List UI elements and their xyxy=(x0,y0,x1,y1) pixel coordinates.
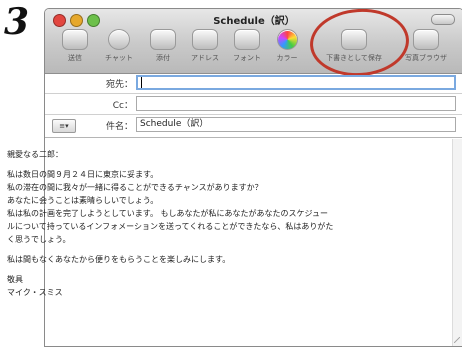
chat-icon xyxy=(108,29,130,50)
text-cursor xyxy=(141,77,142,88)
body-line: 私は数日の間９月２４日に東京に妥ます。 xyxy=(7,170,159,179)
account-menu-button[interactable]: ≡▾ xyxy=(52,119,76,133)
signature: マイク・スミス xyxy=(7,288,63,297)
body-line: ルについて持っているインフォメーションを送ってくれることができたなら、私はありが… xyxy=(7,222,334,231)
cc-field[interactable] xyxy=(136,96,456,111)
send-icon xyxy=(62,29,88,50)
toolbar-toggle-button[interactable] xyxy=(431,14,455,25)
message-body[interactable]: 親愛なる二郎： 私は数日の間９月２４日に東京に妥ます。 私の滞在の間に我々が一緒… xyxy=(7,148,407,299)
cc-row: Cc： xyxy=(45,94,462,114)
to-label: 宛先： xyxy=(105,80,133,90)
to-field[interactable] xyxy=(136,75,456,90)
step-number: 3 xyxy=(4,1,30,43)
subject-field[interactable]: Schedule（訳） xyxy=(136,117,456,132)
body-line: 私の滞在の間に我々が一緒に得ることができるチャンスがありますか？ xyxy=(7,183,263,192)
font-icon xyxy=(234,29,260,50)
scrollbar-track[interactable] xyxy=(452,139,462,346)
subject-row: ≡▾ 件名： Schedule（訳） xyxy=(45,115,462,135)
body-line: く思うでしょう。 xyxy=(7,235,71,244)
title-bar: Schedule（訳） 送信 チャット 添付 アドレス フォント カラー 下書き… xyxy=(45,9,462,80)
cc-label: Cc： xyxy=(112,101,133,111)
divider xyxy=(45,137,462,138)
paperclip-icon xyxy=(150,29,176,50)
body-line: 私は私の計画を完了しようとしています。 もしあなたが私にあなたがあなたのスケジュ… xyxy=(7,209,328,218)
photo-browser-icon xyxy=(413,29,439,50)
subject-label: 件名： xyxy=(105,122,133,132)
color-wheel-icon xyxy=(276,29,298,50)
greeting: 親愛なる二郎： xyxy=(7,150,63,159)
colors-button[interactable]: カラー xyxy=(259,27,315,63)
address-book-icon xyxy=(192,29,218,50)
closing-line: 私は間もなくあなたから便りをもらうことを楽しみにします。 xyxy=(7,255,231,264)
resize-grip-icon[interactable] xyxy=(454,337,460,343)
to-row: 宛先： xyxy=(45,73,462,93)
signoff: 敬具 xyxy=(7,275,23,284)
body-line: あなたに会うことは素晴らしいでしょう。 xyxy=(7,196,159,205)
